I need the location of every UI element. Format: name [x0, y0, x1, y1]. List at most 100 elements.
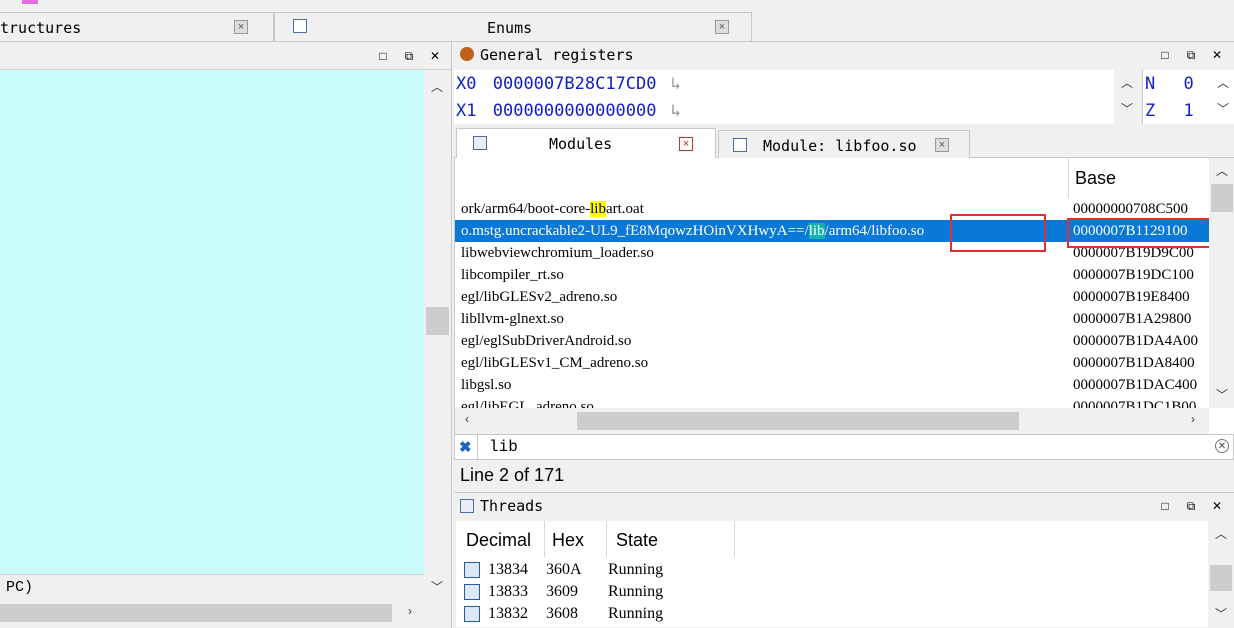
- scroll-left-icon[interactable]: ‹: [459, 412, 475, 426]
- register-list[interactable]: X0 0000007B28C17CD0 ↳ X1 000000000000000…: [454, 70, 1140, 124]
- table-row[interactable]: 13834 360A Running: [464, 560, 764, 582]
- register-value: 0000007B28C17CD0: [492, 74, 657, 94]
- close-button[interactable]: ✕: [1210, 499, 1224, 513]
- scroll-right-icon[interactable]: ›: [402, 604, 418, 618]
- table-row[interactable]: egl/libGLESv2_adreno.so 0000007B19E8400: [461, 286, 1209, 308]
- close-icon[interactable]: ×: [234, 20, 248, 34]
- thread-state: Running: [608, 583, 664, 600]
- scroll-thumb[interactable]: [1211, 184, 1233, 212]
- flag-name: Z: [1145, 101, 1156, 121]
- table-row[interactable]: libllvm-glnext.so 0000007B1A29800: [461, 308, 1209, 330]
- thread-hex: 3609: [546, 583, 578, 600]
- threads-vertical-scrollbar[interactable]: ︿ ﹀: [1208, 521, 1234, 627]
- table-row[interactable]: ork/arm64/boot-core-libart.oat 000000007…: [461, 198, 1209, 220]
- tab-enums[interactable]: Enums ×: [274, 12, 752, 42]
- module-filename: libfoo.so: [871, 223, 925, 239]
- module-base: 0000007B19DC100: [1073, 267, 1194, 283]
- scroll-down-icon[interactable]: ﹀: [429, 578, 445, 595]
- modules-header: Base: [455, 158, 1209, 198]
- follow-arrow-icon[interactable]: ↳: [671, 101, 681, 121]
- register-value: 0000000000000000: [492, 101, 657, 121]
- modules-horizontal-scrollbar[interactable]: ‹ ›: [455, 408, 1209, 434]
- bug-icon: [460, 47, 474, 61]
- module-base: 0000007B1A29800: [1073, 311, 1192, 327]
- scroll-up-icon[interactable]: ︿: [1119, 74, 1135, 91]
- module-path: egl/libEGL_adreno.so: [461, 399, 594, 408]
- follow-arrow-icon[interactable]: ↳: [671, 74, 681, 94]
- restore-button[interactable]: ⧉: [1184, 499, 1198, 513]
- minimize-button[interactable]: □: [376, 49, 390, 63]
- column-base[interactable]: Base: [1075, 168, 1116, 189]
- tab-module-libfoo[interactable]: Module: libfoo.so ×: [718, 130, 970, 158]
- module-path: ork/arm64/boot-core-: [461, 201, 591, 217]
- threads-titlebar: Threads □ ⧉ ✕: [454, 493, 1234, 519]
- scroll-up-icon[interactable]: ︿: [429, 78, 445, 95]
- table-row[interactable]: egl/libEGL_adreno.so 0000007B1DC1B00: [461, 396, 1209, 408]
- scroll-thumb[interactable]: [1210, 565, 1232, 591]
- scroll-up-icon[interactable]: ︿: [1215, 74, 1231, 91]
- top-tab-strip: tructures × Enums ×: [0, 0, 1234, 42]
- scroll-up-icon[interactable]: ︿: [1214, 162, 1230, 179]
- close-button[interactable]: ✕: [428, 49, 442, 63]
- clear-filter-icon[interactable]: ✖: [459, 438, 472, 456]
- scroll-down-icon[interactable]: ﹀: [1215, 100, 1231, 117]
- left-horizontal-scrollbar[interactable]: ›: [0, 600, 451, 628]
- scroll-right-icon[interactable]: ›: [1185, 412, 1201, 426]
- register-row-x1[interactable]: X1 0000000000000000 ↳: [456, 101, 681, 121]
- scroll-up-icon[interactable]: ︿: [1213, 525, 1229, 542]
- pc-label-bar: PC): [0, 574, 424, 600]
- close-icon[interactable]: ×: [679, 137, 693, 151]
- column-divider: [606, 521, 607, 557]
- flag-row-n[interactable]: N 0: [1145, 74, 1194, 94]
- flag-row-z[interactable]: Z 1: [1145, 101, 1194, 121]
- registers-title: General registers: [480, 46, 634, 64]
- column-state[interactable]: State: [616, 530, 658, 551]
- scroll-thumb[interactable]: [426, 307, 449, 335]
- module-base: 0000007B1DA4A00: [1073, 333, 1199, 349]
- register-scrollbar[interactable]: ︿ ﹀: [1114, 70, 1140, 124]
- search-match: lib: [590, 201, 606, 217]
- tab-enums-label: Enums: [487, 19, 533, 37]
- close-icon[interactable]: ×: [935, 138, 949, 152]
- table-row[interactable]: 13833 3609 Running: [464, 582, 764, 604]
- threads-header: Decimal Hex State: [456, 521, 1208, 557]
- minimize-button[interactable]: □: [1158, 48, 1172, 62]
- restore-button[interactable]: ⧉: [402, 49, 416, 63]
- table-row[interactable]: libgsl.so 0000007B1DAC400: [461, 374, 1209, 396]
- h-scroll-thumb[interactable]: [0, 604, 392, 622]
- disassembly-view[interactable]: [0, 70, 424, 600]
- flags-list[interactable]: N 0 Z 1 ︿ ﹀: [1142, 70, 1234, 124]
- modules-vertical-scrollbar[interactable]: ︿ ﹀: [1209, 158, 1234, 408]
- threads-icon: [460, 499, 474, 513]
- modules-icon: [473, 136, 487, 150]
- module-path: art.oat: [605, 201, 644, 217]
- left-vertical-scrollbar[interactable]: ︿ ﹀: [424, 70, 451, 600]
- tab-libfoo-label: Module: libfoo.so: [763, 137, 917, 155]
- scroll-down-icon[interactable]: ﹀: [1213, 605, 1229, 622]
- table-row[interactable]: 13832 3608 Running: [464, 604, 764, 626]
- clear-search-icon[interactable]: ✕: [1215, 439, 1229, 453]
- close-button[interactable]: ✕: [1210, 48, 1224, 62]
- tab-modules[interactable]: Modules ×: [456, 128, 716, 159]
- restore-button[interactable]: ⧉: [1184, 48, 1198, 62]
- column-hex[interactable]: Hex: [552, 530, 584, 551]
- scroll-down-icon[interactable]: ﹀: [1119, 100, 1135, 117]
- status-line: Line 2 of 171: [454, 460, 1234, 490]
- register-row-x0[interactable]: X0 0000007B28C17CD0 ↳: [456, 74, 681, 94]
- scroll-down-icon[interactable]: ﹀: [1214, 386, 1230, 403]
- thread-decimal: 13832: [488, 605, 528, 622]
- line-status: Line 2 of 171: [460, 465, 565, 485]
- column-divider: [1068, 158, 1069, 198]
- registers-titlebar: General registers □ ⧉ ✕: [454, 42, 1234, 68]
- column-decimal[interactable]: Decimal: [466, 530, 531, 551]
- h-scroll-thumb[interactable]: [577, 412, 1019, 430]
- threads-table[interactable]: Decimal Hex State 13834 360A Running 138…: [456, 521, 1208, 627]
- table-row[interactable]: libcompiler_rt.so 0000007B19DC100: [461, 264, 1209, 286]
- close-icon[interactable]: ×: [715, 20, 729, 34]
- table-row[interactable]: egl/libGLESv1_CM_adreno.so 0000007B1DA84…: [461, 352, 1209, 374]
- tab-structures[interactable]: tructures ×: [0, 12, 274, 42]
- table-row[interactable]: egl/eglSubDriverAndroid.so 0000007B1DA4A…: [461, 330, 1209, 352]
- modules-list[interactable]: Base ork/arm64/boot-core-libart.oat 0000…: [454, 158, 1234, 434]
- search-input[interactable]: lib: [489, 438, 518, 456]
- minimize-button[interactable]: □: [1158, 499, 1172, 513]
